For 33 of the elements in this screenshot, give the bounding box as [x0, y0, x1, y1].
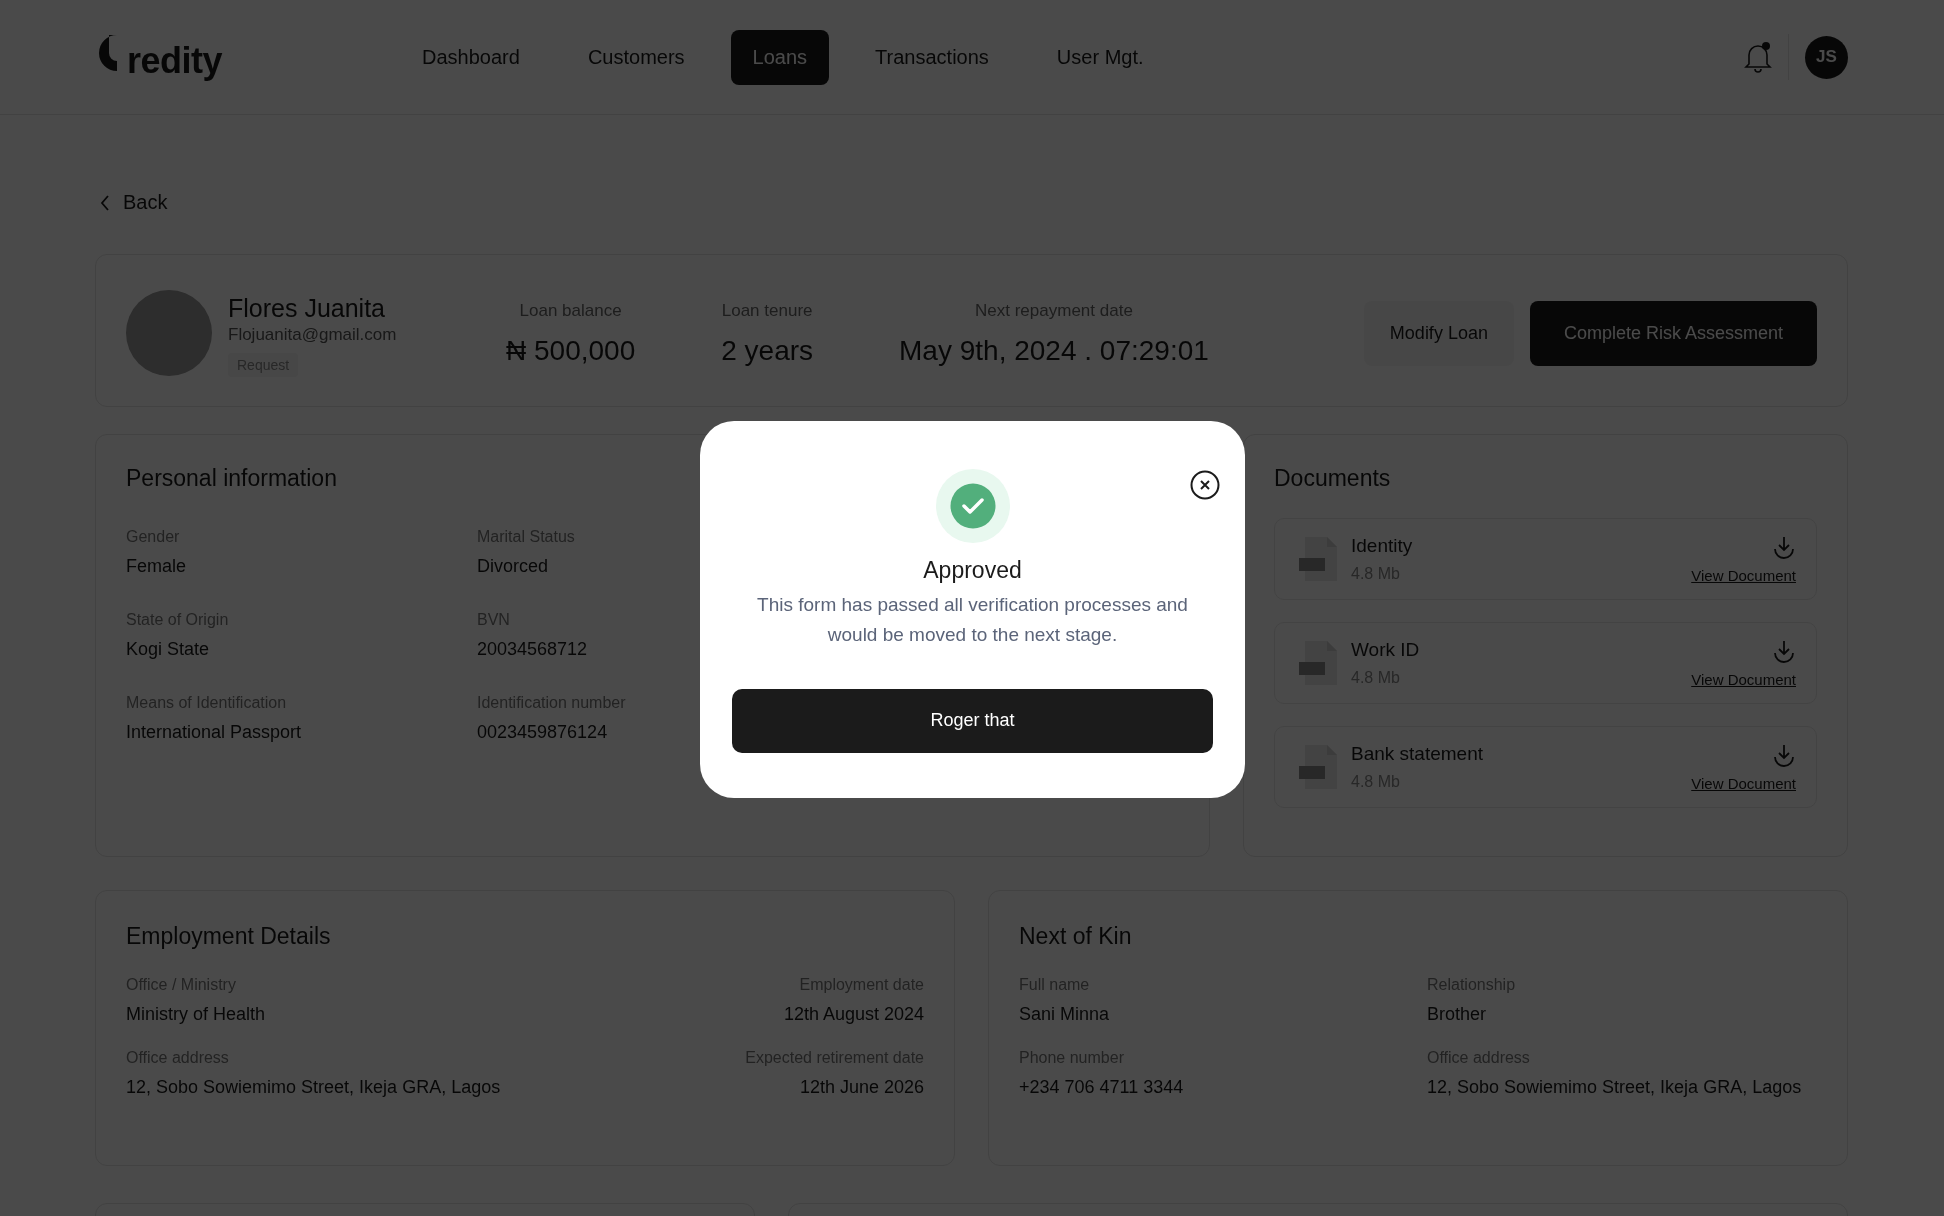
field-value: 12th June 2026	[798, 1077, 924, 1098]
section-title: Personal information	[126, 465, 338, 492]
view-document-link[interactable]: View Document	[1691, 670, 1796, 688]
field-value: Sani Minna	[1019, 1004, 1111, 1025]
field-value: Female	[126, 556, 188, 577]
stat-value: ₦ 500,000	[506, 334, 636, 367]
field-value: 12th August 2024	[782, 1004, 924, 1025]
confirm-button[interactable]: Roger that	[732, 688, 1213, 753]
close-icon[interactable]	[1190, 470, 1220, 500]
dialog-title: Approved	[923, 557, 1022, 584]
dialog-message: This form has passed all verification processes and would be moved to the next stage.	[756, 593, 1189, 648]
section-title: Documents	[1274, 465, 1392, 492]
field-value: 20034568712	[477, 639, 589, 660]
field-value: 0023459876124	[477, 722, 609, 743]
field-value: +234 706 4711 3344	[1019, 1077, 1185, 1098]
document-name: Bank statement	[1351, 743, 1484, 765]
field-value: 12, Sobo Sowiemimo Street, Ikeja GRA, Lagos	[126, 1077, 502, 1098]
field-value: Divorced	[477, 556, 550, 577]
field-value: 12, Sobo Sowiemimo Street, Ikeja GRA, Lagos	[1427, 1077, 1803, 1098]
view-document-link[interactable]: View Document	[1691, 566, 1796, 584]
document-name: Work ID	[1351, 639, 1420, 661]
section-title: Next of Kin	[1019, 923, 1133, 950]
success-check-icon	[935, 469, 1010, 543]
field-value: Brother	[1427, 1004, 1488, 1025]
view-document-link[interactable]: View Document	[1691, 774, 1796, 792]
stat-value: May 9th, 2024 . 07:29:01	[899, 334, 1209, 367]
field-value: International Passport	[126, 722, 303, 743]
field-value: Kogi State	[126, 639, 211, 660]
stat-value: 2 years	[721, 334, 814, 367]
document-name: Identity	[1351, 535, 1413, 557]
section-title: Employment Details	[126, 923, 332, 950]
customer-name: Flores Juanita	[228, 294, 387, 323]
field-value: Ministry of Health	[126, 1004, 267, 1025]
